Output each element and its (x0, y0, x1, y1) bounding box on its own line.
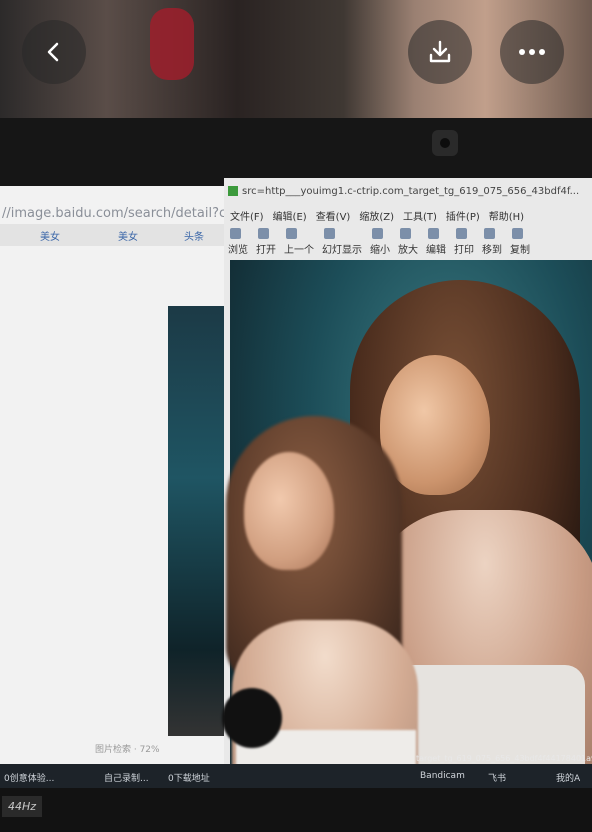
menu-zoom[interactable]: 缩放(Z) (359, 212, 394, 223)
photo-of-screen: //image.baidu.com/search/detail?ct=50331… (0, 0, 592, 832)
webcam-icon (432, 130, 458, 156)
taskbar-item[interactable]: 0创意体验... (4, 771, 54, 784)
overlay-black-bow (222, 688, 282, 748)
menu-tools[interactable]: 工具(T) (403, 212, 437, 223)
tool-print[interactable]: 打印 (454, 228, 474, 256)
download-icon (429, 40, 451, 63)
app-icon (228, 186, 238, 196)
browser-tab[interactable]: 美女 (118, 228, 138, 243)
taskbar-item[interactable]: 飞书 (488, 771, 506, 784)
keyboard-sticker: 44Hz (2, 796, 43, 817)
browser-tab[interactable]: 美女 (40, 228, 60, 243)
tool-copy[interactable]: 复制 (510, 228, 530, 256)
chevron-left-icon (47, 42, 59, 62)
taskbar-item[interactable]: 自己录制... (104, 771, 149, 784)
taskbar-item[interactable]: 0下载地址 (168, 771, 210, 784)
windows-taskbar: 0创意体验... 自己录制... 0下载地址 Bandicam 飞书 我的A t… (0, 754, 592, 788)
menu-view[interactable]: 查看(V) (316, 212, 351, 223)
taskbar-item[interactable]: Bandicam (420, 771, 465, 781)
tool-zoom-out[interactable]: 缩小 (370, 228, 390, 256)
laptop-keyboard (0, 788, 592, 832)
viewer-title: src=http___youimg1.c-ctrip.com_target_tg… (228, 186, 579, 197)
browser-image (168, 306, 224, 736)
taskbar-filename: target_tg_619_075_656_43bdf4f44178401a9d… (416, 754, 592, 763)
tool-move[interactable]: 移到 (482, 228, 502, 256)
viewer-menu: 文件(F) 编辑(E) 查看(V) 缩放(Z) 工具(T) 插件(P) 帮助(H) (230, 208, 533, 223)
tool-slideshow[interactable]: 幻灯显示 (322, 228, 362, 256)
tool-browse[interactable]: 浏览 (228, 228, 248, 256)
browser-window: //image.baidu.com/search/detail?ct=50331… (0, 186, 283, 766)
download-button[interactable] (408, 20, 472, 84)
tool-open[interactable]: 打开 (256, 228, 276, 256)
overlay-woman-face (244, 452, 334, 570)
menu-help[interactable]: 帮助(H) (489, 212, 524, 223)
back-button[interactable] (22, 20, 86, 84)
viewer-toolbar: 浏览 打开 上一个 幻灯显示 缩小 放大 编辑 打印 移到 复制 (228, 228, 538, 256)
browser-tabs: 美女 美女 头条 (0, 224, 232, 246)
viewer-title-text: src=http___youimg1.c-ctrip.com_target_tg… (242, 186, 580, 197)
tool-prev[interactable]: 上一个 (284, 228, 314, 256)
menu-edit[interactable]: 编辑(E) (273, 212, 307, 223)
more-button[interactable] (500, 20, 564, 84)
taskbar-item[interactable]: 我的A (556, 771, 580, 784)
menu-file[interactable]: 文件(F) (230, 212, 264, 223)
tool-zoom-in[interactable]: 放大 (398, 228, 418, 256)
tool-edit[interactable]: 编辑 (426, 228, 446, 256)
more-horizontal-icon (519, 49, 545, 55)
red-object (150, 8, 194, 80)
menu-plugins[interactable]: 插件(P) (446, 212, 480, 223)
browser-caption: 图片检索 · 72% (95, 745, 160, 755)
browser-tab[interactable]: 头条 (184, 228, 204, 243)
